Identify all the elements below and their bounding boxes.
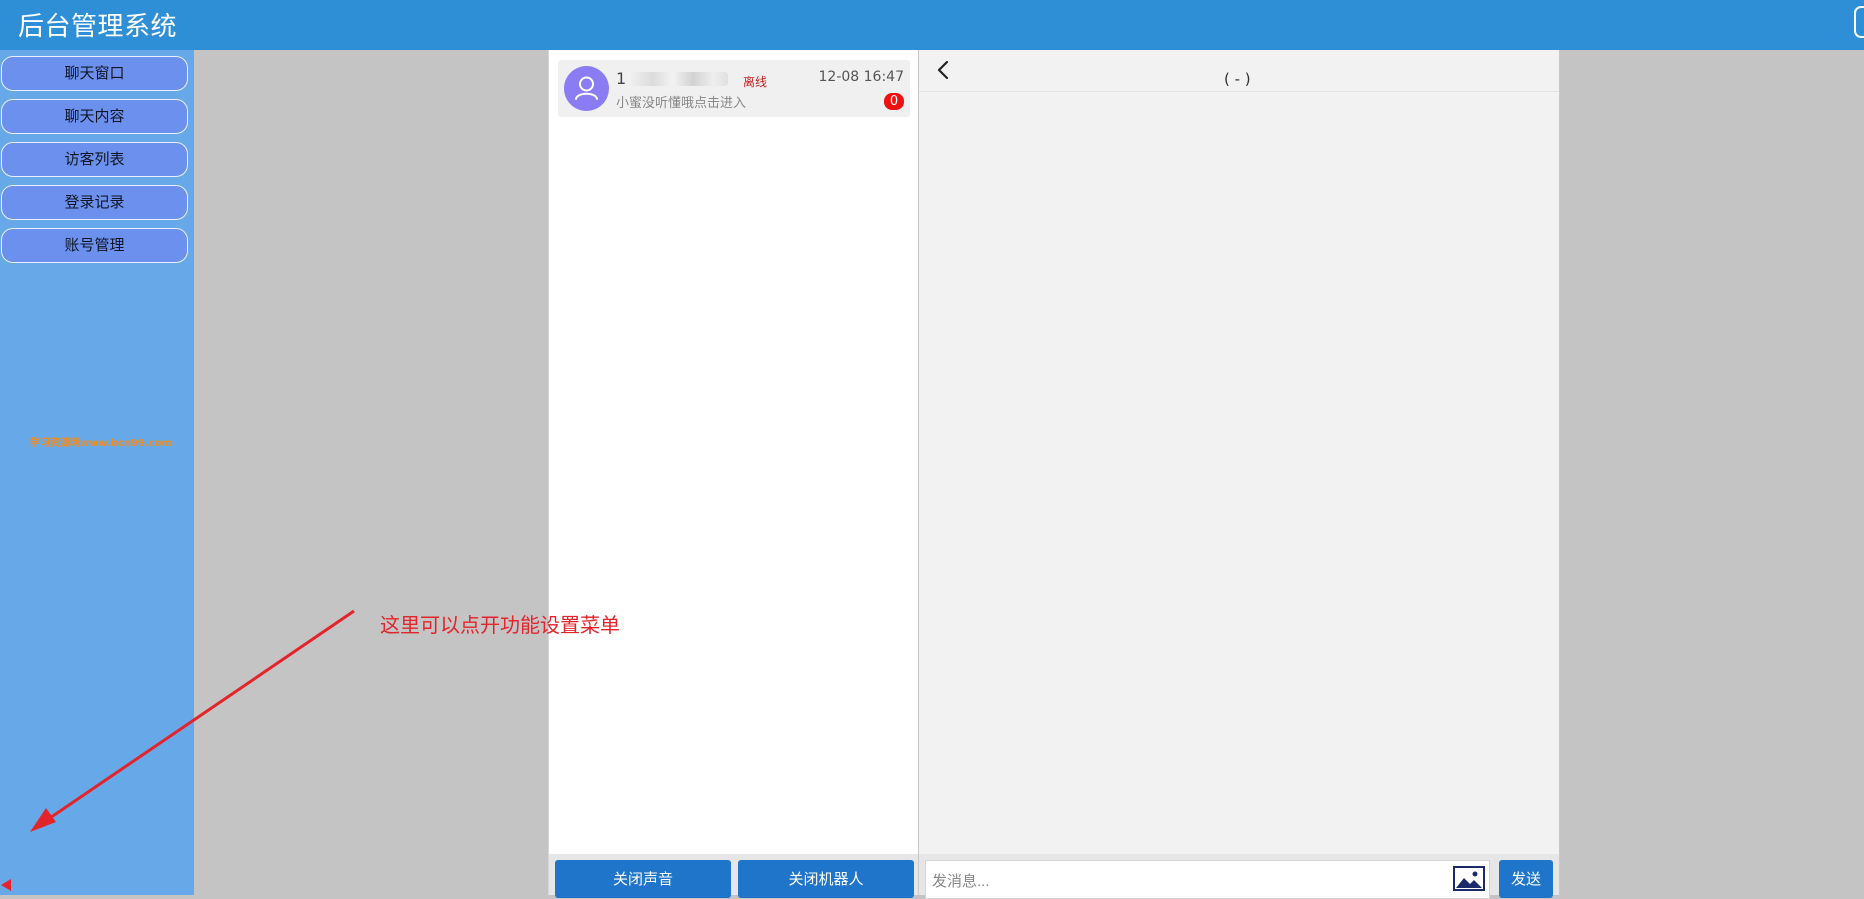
conversation-item[interactable]: 1 离线 12-08 16:47 小蜜没听懂哦点击进入 0 (558, 60, 910, 117)
user-icon (575, 76, 598, 100)
watermark-text: 学习资源网www.bcn99.com (30, 438, 173, 449)
sidebar: 聊天窗口 聊天内容 访客列表 登录记录 账号管理 学习资源网www.bcn99.… (0, 50, 194, 895)
unread-count-badge: 0 (884, 93, 904, 110)
send-button[interactable]: 发送 (1499, 860, 1553, 898)
app-title: 后台管理系统 (18, 12, 178, 42)
top-header: 后台管理系统 (0, 0, 1864, 50)
sidebar-item-login-records[interactable]: 登录记录 (1, 185, 188, 220)
header-corner-button[interactable] (1854, 6, 1864, 38)
redacted-name-blur (628, 72, 728, 86)
conversation-time: 12-08 16:47 (818, 69, 904, 85)
chat-panel: ( - ) 发送 (919, 50, 1560, 899)
annotation-text: 这里可以点开功能设置菜单 (380, 613, 620, 637)
conversation-name: 1 (616, 69, 627, 88)
conversation-preview: 小蜜没听懂哦点击进入 (616, 96, 747, 111)
chat-header: ( - ) (919, 50, 1559, 92)
message-input[interactable] (925, 860, 1490, 899)
conversation-actions-bar: 关闭声音 关闭机器人 (549, 854, 918, 898)
avatar (564, 66, 609, 111)
chat-input-bar: 发送 (919, 854, 1559, 899)
sidebar-item-visitor-list[interactable]: 访客列表 (1, 142, 188, 177)
sidebar-item-chat-window[interactable]: 聊天窗口 (1, 56, 188, 91)
disable-robot-button[interactable]: 关闭机器人 (738, 860, 914, 898)
sidebar-toggle-triangle-left-icon[interactable] (1, 879, 11, 891)
chat-title: ( - ) (1224, 70, 1251, 88)
sidebar-item-account-management[interactable]: 账号管理 (1, 228, 188, 263)
mute-sound-button[interactable]: 关闭声音 (555, 860, 731, 898)
conversation-list-panel: 1 离线 12-08 16:47 小蜜没听懂哦点击进入 0 关闭声音 关闭机器人 (548, 50, 919, 898)
chevron-left-icon[interactable] (933, 58, 953, 82)
image-icon[interactable] (1453, 866, 1485, 891)
status-badge: 离线 (743, 75, 768, 89)
sidebar-item-chat-content[interactable]: 聊天内容 (1, 99, 188, 134)
